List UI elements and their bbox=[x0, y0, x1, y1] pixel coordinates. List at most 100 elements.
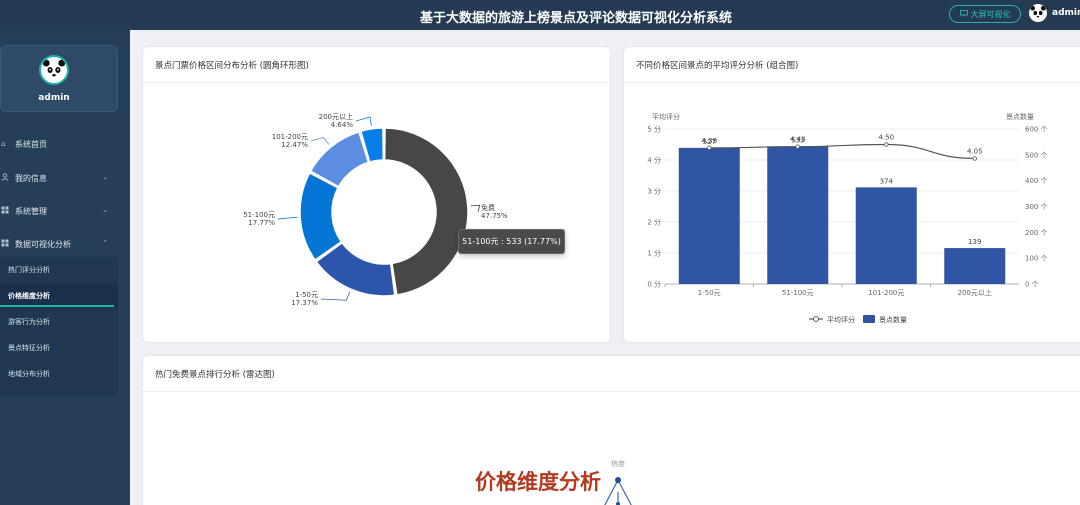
y-tick-right: 600 个 bbox=[1025, 126, 1048, 134]
x-tick-label: 200元以上 bbox=[958, 288, 992, 297]
bar-value-label: 374 bbox=[880, 177, 894, 185]
y-tick-right: 500 个 bbox=[1025, 151, 1048, 159]
y-tick-right: 300 个 bbox=[1025, 203, 1048, 211]
legend-bar-marker bbox=[863, 315, 875, 323]
y-tick-right: 100 个 bbox=[1025, 255, 1048, 263]
menu-item-visualization[interactable]: 数据可视化分析 ⌃ bbox=[0, 234, 120, 254]
avatar[interactable] bbox=[1029, 4, 1047, 22]
y-tick-right: 200 个 bbox=[1025, 229, 1048, 237]
menu-item-system[interactable]: 系统管理 ⌄ bbox=[0, 201, 120, 221]
y-tick-right: 400 个 bbox=[1025, 177, 1048, 185]
bigscreen-button[interactable]: 大屏可视化 bbox=[949, 5, 1021, 23]
bar-value-label: 139 bbox=[968, 238, 981, 246]
radar-chart: 热度 bbox=[604, 459, 632, 505]
line-value-label: 4.43 bbox=[790, 136, 806, 144]
donut-card: 景点门票价格区间分布分析 (圆角环形图) 免费 47.75% 1-50元 17.37%… bbox=[142, 46, 611, 343]
y-tick-left: 3 分 bbox=[647, 187, 661, 196]
submenu-item-rating[interactable]: 热门评分分析 bbox=[0, 259, 118, 281]
y-axis-left-label: 平均评分 bbox=[652, 112, 680, 121]
leader-line bbox=[320, 291, 351, 301]
line-point bbox=[795, 144, 800, 149]
x-tick-label: 1-50元 bbox=[698, 289, 721, 297]
radar-edge bbox=[604, 479, 619, 505]
y-tick-left: 0 分 bbox=[647, 280, 661, 289]
y-tick-left: 2 分 bbox=[647, 218, 661, 227]
menu-item-label: 数据可视化分析 bbox=[15, 239, 71, 249]
slice-percent: 17.77% bbox=[248, 219, 275, 227]
leader-line bbox=[355, 116, 372, 126]
slice-label: 200元以上 bbox=[319, 112, 353, 121]
submenu-item-label: 价格维度分析 bbox=[8, 292, 50, 300]
sidebar: admin ⌂ 系统首页 我的信息 ⌄ 系统管理 ⌄ 数据可视化分析 ⌃ 热门评… bbox=[0, 30, 130, 505]
radar-card: 热门免费景点排行分析 (雷达图) 热度 bbox=[142, 355, 1080, 505]
menu-item-label: 我的信息 bbox=[15, 173, 47, 183]
menu-item-label: 系统管理 bbox=[15, 206, 47, 216]
chevron-down-icon: ⌄ bbox=[102, 173, 108, 181]
menu-item-profile[interactable]: 我的信息 ⌄ bbox=[0, 168, 120, 188]
chevron-down-icon: ⌄ bbox=[102, 206, 108, 214]
combo-chart: 平均评分 景点数量0 分1 分2 分3 分4 分5 分0 个100 个200 个3… bbox=[647, 112, 1048, 324]
line-point bbox=[707, 145, 712, 151]
avatar bbox=[39, 55, 69, 85]
chart-tooltip: 51-100元 : 533 (17.77%) bbox=[458, 229, 565, 254]
submenu-item-label: 景点特征分析 bbox=[8, 344, 50, 352]
leader-line bbox=[470, 204, 481, 213]
bar bbox=[855, 187, 917, 284]
y-tick-right: 0 个 bbox=[1025, 281, 1039, 289]
line-value-label: 4.50 bbox=[878, 134, 894, 142]
radar-indicator-label: 热度 bbox=[611, 459, 625, 468]
line-value-label: 4.39 bbox=[701, 137, 717, 145]
line-point bbox=[884, 142, 889, 147]
menu-item-label: 系统首页 bbox=[15, 139, 47, 149]
bar bbox=[678, 147, 740, 284]
slice-label: 51-100元 bbox=[243, 211, 275, 219]
y-tick-left: 5 分 bbox=[647, 125, 661, 134]
legend-line-marker bbox=[813, 316, 819, 322]
grid-icon bbox=[1, 206, 11, 216]
line-point bbox=[972, 156, 977, 161]
monitor-icon bbox=[959, 9, 968, 19]
submenu-item-visitor[interactable]: 游客行为分析 bbox=[0, 311, 118, 333]
submenu-item-label: 游客行为分析 bbox=[8, 318, 50, 326]
profile-card: admin bbox=[0, 45, 118, 112]
bigscreen-label: 大屏可视化 bbox=[970, 9, 1011, 19]
home-icon: ⌂ bbox=[1, 140, 6, 148]
line-value-label: 4.05 bbox=[967, 147, 983, 155]
x-tick-label: 51-100元 bbox=[782, 289, 814, 297]
slice-percent: 4.64% bbox=[331, 121, 354, 129]
combo-card: 不同价格区间景点的平均评分分析 (组合图) 平均评分 景点数量 0 分1 分2 分3… bbox=[623, 46, 1080, 343]
menu-item-home[interactable]: ⌂ 系统首页 bbox=[0, 134, 120, 154]
donut-slice bbox=[299, 172, 343, 261]
top-bar: 基于大数据的旅游上榜景点及评论数据可视化分析系统 大屏可视化 admin bbox=[0, 0, 1080, 30]
legend-label: 景点数量 bbox=[879, 315, 907, 324]
submenu: 热门评分分析 价格维度分析 游客行为分析 景点特征分析 地域分布分析 bbox=[0, 257, 118, 396]
slice-label: 101-200元 bbox=[272, 133, 308, 141]
profile-username: admin bbox=[38, 93, 70, 103]
submenu-item-feature[interactable]: 景点特征分析 bbox=[0, 337, 118, 359]
leader-line bbox=[310, 137, 330, 145]
slice-percent: 47.75% bbox=[481, 212, 508, 220]
legend-label: 平均评分 bbox=[827, 315, 855, 324]
leader-line bbox=[277, 217, 298, 220]
slice-label: 1-50元 bbox=[295, 291, 318, 299]
y-axis-right-label: 景点数量 bbox=[1006, 112, 1034, 121]
radar-edge bbox=[617, 479, 632, 505]
x-tick-label: 101-200元 bbox=[868, 289, 904, 297]
app-title: 基于大数据的旅游上榜景点及评论数据可视化分析系统 bbox=[420, 11, 733, 26]
avg-rating-line bbox=[709, 143, 975, 160]
top-username[interactable]: admin bbox=[1052, 8, 1080, 18]
radar-point bbox=[615, 477, 621, 483]
submenu-item-price[interactable]: 价格维度分析 bbox=[0, 285, 118, 307]
donut-slice bbox=[383, 127, 469, 296]
y-tick-left: 4 分 bbox=[647, 156, 661, 165]
slice-label: 免费 bbox=[481, 203, 495, 212]
grid-icon bbox=[1, 239, 11, 249]
submenu-item-region[interactable]: 地域分布分析 bbox=[0, 363, 118, 385]
y-tick-left: 1 分 bbox=[647, 249, 661, 258]
slice-percent: 17.37% bbox=[291, 299, 318, 307]
bar bbox=[767, 146, 829, 284]
slice-percent: 12.47% bbox=[281, 141, 308, 149]
bar bbox=[944, 248, 1006, 284]
donut-chart: 免费47.75% 1-50元17.37% 51-100元17.77% 101-200元… bbox=[243, 112, 508, 307]
chevron-up-icon: ⌃ bbox=[102, 239, 108, 247]
